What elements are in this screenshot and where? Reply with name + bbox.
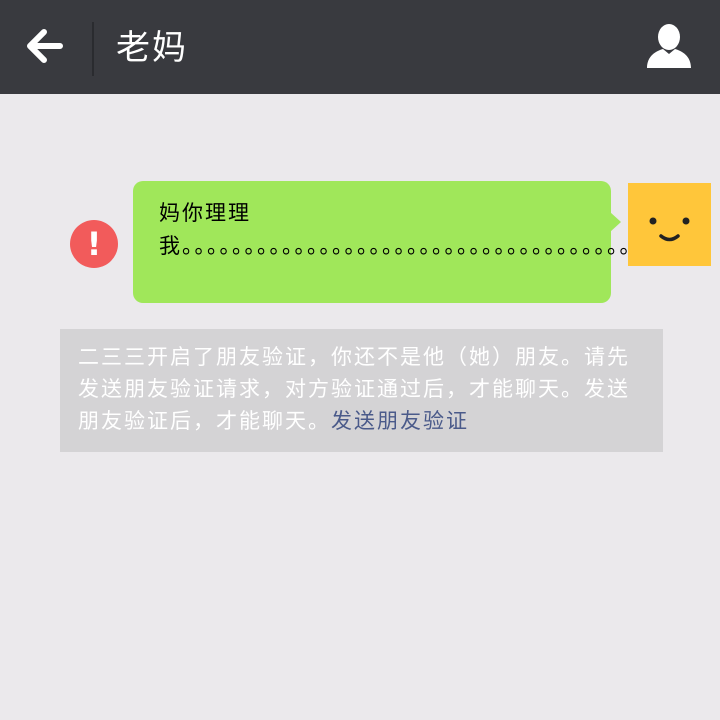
top-bar: 老妈 xyxy=(0,0,720,94)
send-verification-link[interactable]: 发送朋友验证 xyxy=(331,409,469,433)
message-bubble[interactable]: 妈你理理我。。。。。。。。。。。。。。。。。。。。。。。。。。。。。。。。。。。… xyxy=(133,181,666,303)
arrow-left-icon xyxy=(27,29,63,63)
message-text: 妈你理理我。。。。。。。。。。。。。。。。。。。。。。。。。。。。。。。。。。。… xyxy=(159,201,668,258)
profile-button[interactable] xyxy=(644,22,694,70)
smiley-face-icon xyxy=(649,217,690,242)
chat-title: 老妈 xyxy=(116,28,188,68)
back-button[interactable] xyxy=(22,26,66,66)
header-divider xyxy=(92,22,94,76)
user-avatar[interactable] xyxy=(628,183,711,266)
bubble-tail xyxy=(610,212,621,232)
error-icon[interactable]: ! xyxy=(70,220,118,268)
person-icon xyxy=(647,24,691,68)
system-notice: 二三三开启了朋友验证，你还不是他（她）朋友。请先发送朋友验证请求，对方验证通过后… xyxy=(60,329,663,452)
